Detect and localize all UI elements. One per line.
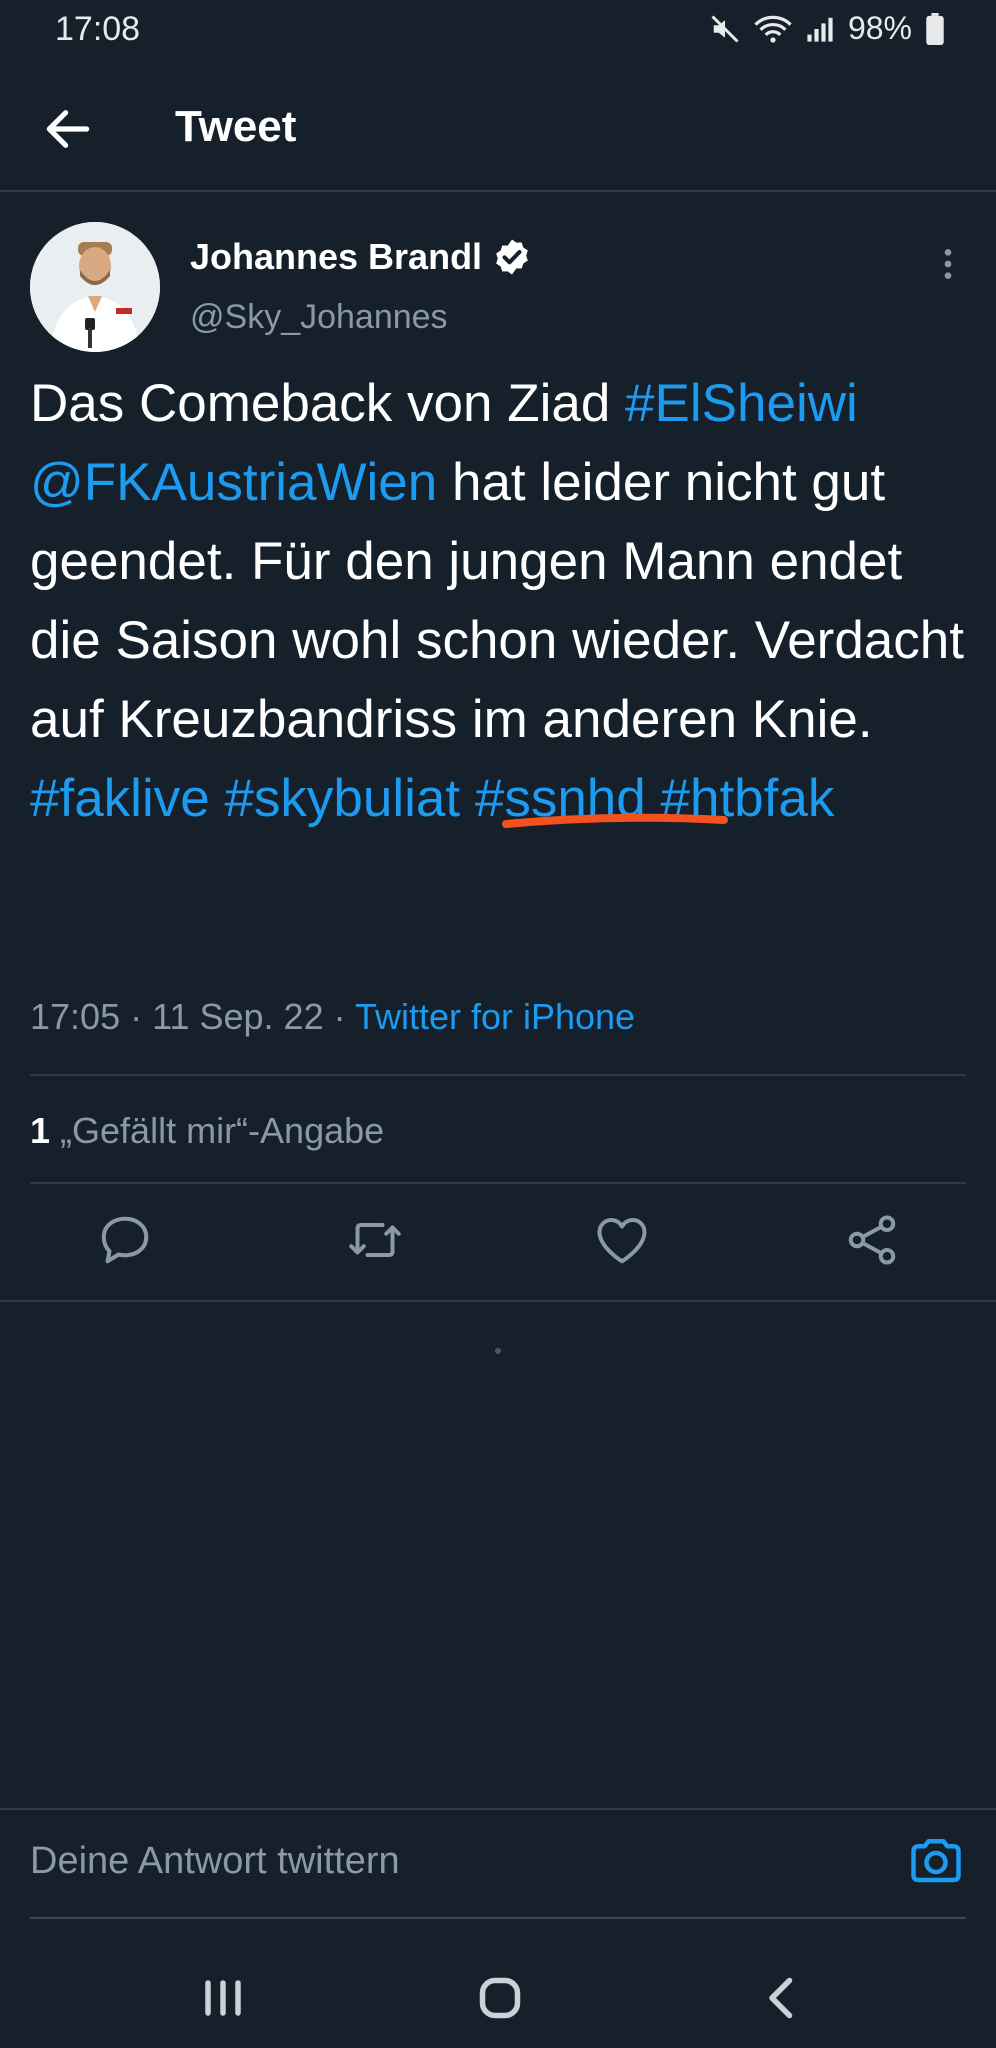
divider — [30, 1182, 966, 1184]
likes-label: „Gefällt mir“-Angabe — [60, 1110, 385, 1151]
app-header: Tweet — [0, 64, 996, 192]
reply-icon[interactable] — [95, 1210, 155, 1270]
author-handle[interactable]: @Sky_Johannes — [190, 298, 448, 337]
hashtag-link[interactable]: #ElSheiwi — [625, 374, 858, 433]
battery-percent: 98% — [847, 10, 912, 46]
divider — [0, 1300, 996, 1302]
status-bar: 17:08 98% — [0, 0, 996, 64]
avatar[interactable] — [30, 222, 160, 352]
reply-input[interactable]: Deine Antwort twittern — [30, 1840, 400, 1883]
reply-bar: Deine Antwort twittern — [0, 1810, 996, 1920]
separator-dot: · — [130, 996, 153, 1037]
back-icon[interactable] — [752, 1968, 812, 2028]
signal-icon — [807, 17, 833, 42]
battery-icon — [926, 12, 944, 45]
highlight-underline — [502, 813, 728, 828]
tweet-actions — [0, 1210, 996, 1280]
recent-apps-icon[interactable] — [193, 1968, 253, 2028]
author-name-label: Johannes Brandl — [190, 236, 483, 277]
back-arrow-icon[interactable] — [40, 101, 96, 157]
retweet-icon[interactable] — [345, 1210, 405, 1270]
status-icons: 98% — [710, 10, 944, 47]
tweet-meta: 17:05 · 11 Sep. 22 · Twitter for iPhone — [30, 996, 635, 1038]
more-vertical-icon[interactable] — [928, 244, 968, 284]
tweet-text-part-1: Das Comeback von Ziad — [30, 374, 611, 433]
loading-dot — [495, 1348, 501, 1354]
camera-icon[interactable] — [906, 1830, 966, 1890]
likes-summary[interactable]: 1 „Gefällt mir“-Angabe — [30, 1110, 384, 1152]
tweet-source-link[interactable]: Twitter for iPhone — [355, 996, 635, 1037]
mute-icon — [711, 14, 739, 43]
status-time: 17:08 — [55, 10, 141, 48]
author-name[interactable]: Johannes Brandl — [190, 236, 532, 278]
tweet-time: 17:05 — [30, 996, 121, 1037]
wifi-icon — [754, 15, 792, 43]
tweet-text: Das Comeback von Ziad #ElSheiwi @FKAustr… — [30, 364, 970, 838]
mention-link[interactable]: @FKAustriaWien — [30, 453, 437, 512]
home-icon[interactable] — [470, 1968, 530, 2028]
like-icon[interactable] — [592, 1210, 652, 1270]
separator-dot: · — [333, 996, 355, 1037]
verified-badge-icon — [496, 239, 528, 275]
likes-count: 1 — [30, 1110, 51, 1151]
hashtag-link[interactable]: #skybuliat — [224, 769, 460, 828]
share-icon[interactable] — [842, 1210, 902, 1270]
hashtag-link[interactable]: #faklive — [30, 769, 210, 828]
system-nav-bar — [0, 1940, 996, 2048]
divider — [30, 1074, 966, 1076]
reply-divider — [30, 1917, 966, 1919]
page-title: Tweet — [175, 102, 297, 151]
tweet-date: 11 Sep. 22 — [152, 996, 324, 1037]
